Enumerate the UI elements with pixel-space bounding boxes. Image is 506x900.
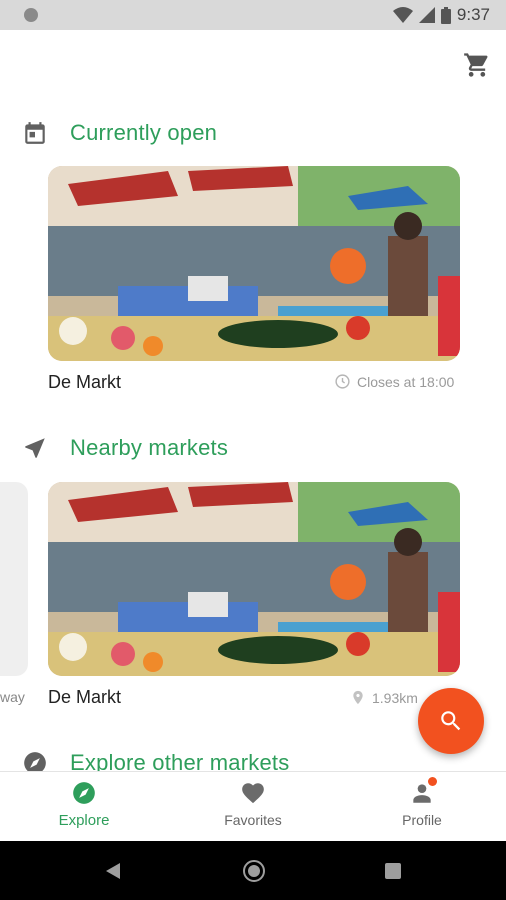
- closing-time: Closes at 18:00: [334, 373, 454, 390]
- currently-open-section-header: Currently open: [0, 113, 506, 153]
- wifi-icon: [392, 7, 413, 23]
- distance-text: 1.93km: [372, 689, 418, 706]
- nav-label-profile: Profile: [402, 812, 442, 828]
- recents-icon[interactable]: [385, 863, 401, 879]
- previous-market-label: way: [0, 689, 25, 705]
- nearby-markets-section-header: Nearby markets: [0, 428, 506, 468]
- battery-icon: [440, 6, 451, 24]
- market-name[interactable]: De Markt: [48, 372, 121, 393]
- location-pin-icon: [353, 690, 363, 705]
- bottom-navigation: Explore Favorites Profile: [0, 771, 506, 842]
- shopping-cart-icon: [464, 53, 488, 77]
- notification-badge: [428, 777, 437, 786]
- heart-icon: [242, 783, 264, 804]
- market-image[interactable]: [48, 166, 460, 361]
- market-image[interactable]: [48, 482, 460, 676]
- section-title-nearby-markets: Nearby markets: [70, 435, 229, 460]
- search-fab-button[interactable]: [418, 688, 484, 754]
- notification-dot-icon: [24, 8, 38, 22]
- calendar-icon: [25, 122, 45, 144]
- status-bar: 9:37: [0, 0, 506, 30]
- market-name[interactable]: De Markt: [48, 687, 121, 708]
- search-icon: [441, 711, 461, 731]
- previous-market-card[interactable]: [0, 482, 28, 676]
- nav-favorites[interactable]: Favorites: [193, 780, 313, 838]
- back-icon[interactable]: [104, 861, 122, 881]
- closing-time-text: Closes at 18:00: [357, 373, 455, 390]
- cart-button[interactable]: [462, 51, 492, 79]
- section-title-currently-open: Currently open: [70, 120, 218, 145]
- nav-label-explore: Explore: [58, 812, 110, 829]
- signal-icon: [418, 7, 435, 23]
- navigation-arrow-icon: [25, 438, 45, 458]
- profile-icon-wrapper: [409, 777, 437, 806]
- compass-icon: [73, 782, 95, 804]
- nav-explore[interactable]: Explore: [24, 780, 144, 838]
- home-icon[interactable]: [242, 859, 266, 883]
- clock-icon: [335, 374, 350, 389]
- system-navigation-bar: [0, 841, 506, 900]
- market-distance: 1.93km: [350, 689, 418, 706]
- nav-label-favorites: Favorites: [224, 812, 282, 828]
- status-icons: 9:37: [392, 4, 490, 26]
- status-time: 9:37: [456, 5, 490, 24]
- nav-profile[interactable]: Profile: [362, 777, 482, 838]
- market-photo: [48, 482, 460, 676]
- market-photo: [48, 166, 460, 361]
